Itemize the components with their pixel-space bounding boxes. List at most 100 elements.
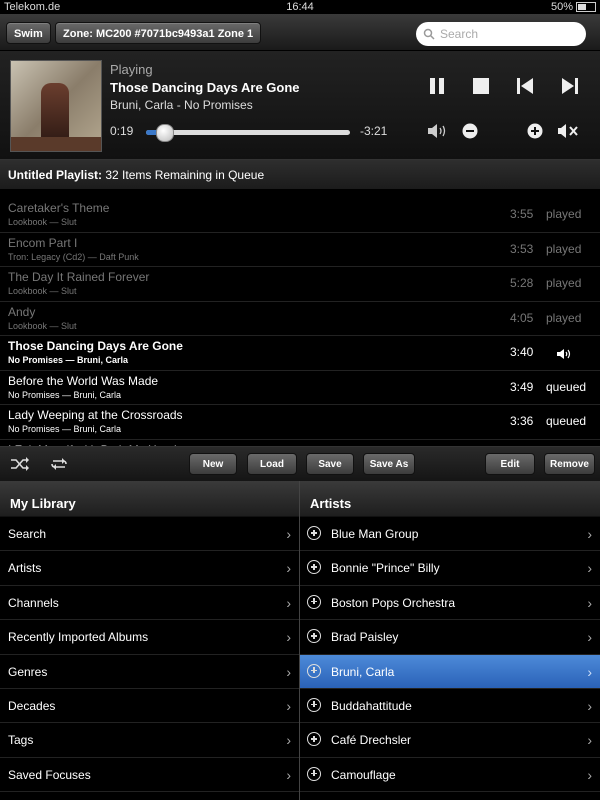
battery-indicator: 50%: [551, 1, 596, 13]
library-item-label: Genres: [8, 664, 48, 679]
status-bar: Telekom.de 16:44 50%: [0, 0, 600, 14]
library-item[interactable]: Channels ›: [0, 586, 299, 621]
zone-selector-button[interactable]: Zone: MC200 #7071bc9493a1 Zone 1: [55, 22, 262, 44]
add-plus-icon[interactable]: [307, 560, 321, 575]
queue-row[interactable]: Before the World Was Made No Promises — B…: [0, 371, 600, 405]
queue-track-subtitle: Lookbook — Slut: [8, 217, 77, 227]
queue-track-duration: 3:53: [510, 241, 534, 256]
artist-row[interactable]: Bonnie "Prince" Billy ›: [300, 551, 600, 586]
library-item[interactable]: Artists ›: [0, 551, 299, 586]
playlist-name: Untitled Playlist:: [8, 168, 103, 182]
shuffle-icon[interactable]: [10, 456, 30, 472]
library-item[interactable]: Saved Focuses ›: [0, 758, 299, 793]
add-plus-icon[interactable]: [307, 697, 321, 712]
queue-row[interactable]: Andy Lookbook — Slut 4:05 played: [0, 302, 600, 336]
queue-toolbar: New Load Save Save As Edit Remove: [0, 446, 600, 481]
library-item[interactable]: Decades ›: [0, 689, 299, 724]
library-item-label: Tags: [8, 733, 34, 748]
previous-track-icon[interactable]: [516, 77, 534, 95]
queue-track-title: The Day It Rained Forever: [8, 270, 150, 284]
queue-summary: 32 Items Remaining in Queue: [105, 168, 265, 182]
now-playing-panel: Playing Those Dancing Days Are Gone Brun…: [0, 51, 600, 187]
add-plus-icon[interactable]: [307, 766, 321, 781]
swim-button[interactable]: Swim: [6, 22, 51, 44]
artist-row[interactable]: Blue Man Group ›: [300, 517, 600, 552]
volume-up-icon[interactable]: [527, 123, 543, 139]
library-list: Search › Artists › Channels › Recently Importe…: [0, 517, 299, 793]
mute-icon[interactable]: [557, 124, 579, 138]
chevron-right-icon: ›: [587, 697, 592, 714]
queue-track-duration: 5:28: [510, 276, 534, 290]
queue-track-status: queued: [546, 379, 587, 394]
artist-row[interactable]: Brad Paisley ›: [300, 620, 600, 655]
add-plus-icon[interactable]: [307, 732, 321, 747]
queue-row[interactable]: Lady Weeping at the Crossroads No Promise…: [0, 405, 600, 440]
queue-track-duration: 3:36: [510, 414, 534, 428]
chevron-right-icon: ›: [286, 663, 291, 680]
queue-track-title: Those Dancing Days Are Gone: [8, 339, 183, 353]
artist-row[interactable]: Camouflage ›: [300, 758, 600, 793]
artist-row[interactable]: Café Drechsler ›: [300, 723, 600, 758]
queue-track-title: Caretaker's Theme: [8, 201, 110, 215]
load-playlist-button[interactable]: Load: [247, 453, 297, 475]
artists-title: Artists: [300, 481, 600, 517]
library-item[interactable]: Tags ›: [0, 723, 299, 758]
save-as-button[interactable]: Save As: [363, 453, 415, 475]
search-placeholder: Search: [440, 27, 479, 41]
library-item-label: Artists: [8, 561, 42, 576]
queue-track-title: Encom Part I: [8, 235, 78, 250]
library-item[interactable]: Genres ›: [0, 655, 299, 689]
save-playlist-button[interactable]: Save: [306, 453, 354, 475]
edit-button[interactable]: Edit: [485, 453, 535, 475]
chevron-right-icon: ›: [587, 663, 592, 680]
chevron-right-icon: ›: [286, 594, 291, 611]
stop-icon[interactable]: [472, 77, 490, 95]
add-plus-icon[interactable]: [307, 629, 321, 644]
pause-icon[interactable]: [428, 77, 446, 95]
queue-row[interactable]: Caretaker's Theme Lookbook — Slut 3:55 play…: [0, 198, 600, 233]
artist-row[interactable]: Boston Pops Orchestra ›: [300, 586, 600, 621]
artist-row[interactable]: Buddahattitude ›: [300, 689, 600, 724]
artist-name: Brad Paisley: [331, 630, 399, 645]
elapsed-time: 0:19: [110, 124, 134, 138]
chevron-right-icon: ›: [587, 732, 592, 749]
volume-down-icon[interactable]: [462, 123, 478, 139]
repeat-icon[interactable]: [49, 456, 69, 472]
chevron-right-icon: ›: [286, 766, 291, 783]
library-item-label: Channels: [8, 595, 59, 610]
search-input[interactable]: Search: [416, 22, 586, 46]
next-track-icon[interactable]: [561, 77, 579, 95]
artist-name: Buddahattitude: [331, 698, 412, 713]
artist-name: Bruni, Carla: [331, 664, 395, 679]
remove-button[interactable]: Remove: [544, 453, 595, 475]
add-plus-icon[interactable]: [307, 594, 321, 609]
queue-row[interactable]: Those Dancing Days Are Gone No Promises —…: [0, 336, 600, 371]
progress-slider[interactable]: [146, 124, 350, 142]
library-item-label: Saved Focuses: [8, 767, 91, 782]
library-item-label: Search: [8, 527, 47, 541]
queue-track-subtitle: No Promises — Bruni, Carla: [8, 424, 122, 434]
clock: 16:44: [286, 1, 314, 13]
queue-list[interactable]: Caretaker's Theme Lookbook — Slut 3:55 play…: [0, 198, 600, 446]
battery-icon: [576, 2, 596, 12]
library-item[interactable]: Recently Imported Albums ›: [0, 620, 299, 655]
playback-state: Playing: [110, 62, 153, 77]
queue-track-status: played: [546, 310, 582, 325]
queue-track-subtitle: Tron: Legacy (Cd2) — Daft Punk: [8, 251, 139, 262]
new-playlist-button[interactable]: New: [189, 453, 237, 475]
album-art[interactable]: [10, 60, 102, 152]
add-plus-icon[interactable]: [307, 526, 321, 540]
library-panel: My Library Search › Artists › Channels › Recen…: [0, 481, 300, 800]
chevron-right-icon: ›: [286, 560, 291, 577]
artist-name: Bonnie "Prince" Billy: [331, 561, 440, 576]
queue-row[interactable]: The Day It Rained Forever Lookbook — Slut…: [0, 267, 600, 302]
queue-track-status: played: [546, 276, 582, 290]
queue-track-duration: 3:49: [510, 379, 534, 394]
add-plus-icon[interactable]: [307, 663, 321, 678]
artist-name: Boston Pops Orchestra: [331, 595, 456, 610]
artist-name: Café Drechsler: [331, 733, 412, 748]
queue-row[interactable]: Encom Part I Tron: Legacy (Cd2) — Daft Pu…: [0, 233, 600, 267]
artist-row[interactable]: Bruni, Carla ›: [300, 654, 600, 689]
library-item[interactable]: Search ›: [0, 517, 299, 552]
progress-thumb[interactable]: [156, 124, 175, 142]
